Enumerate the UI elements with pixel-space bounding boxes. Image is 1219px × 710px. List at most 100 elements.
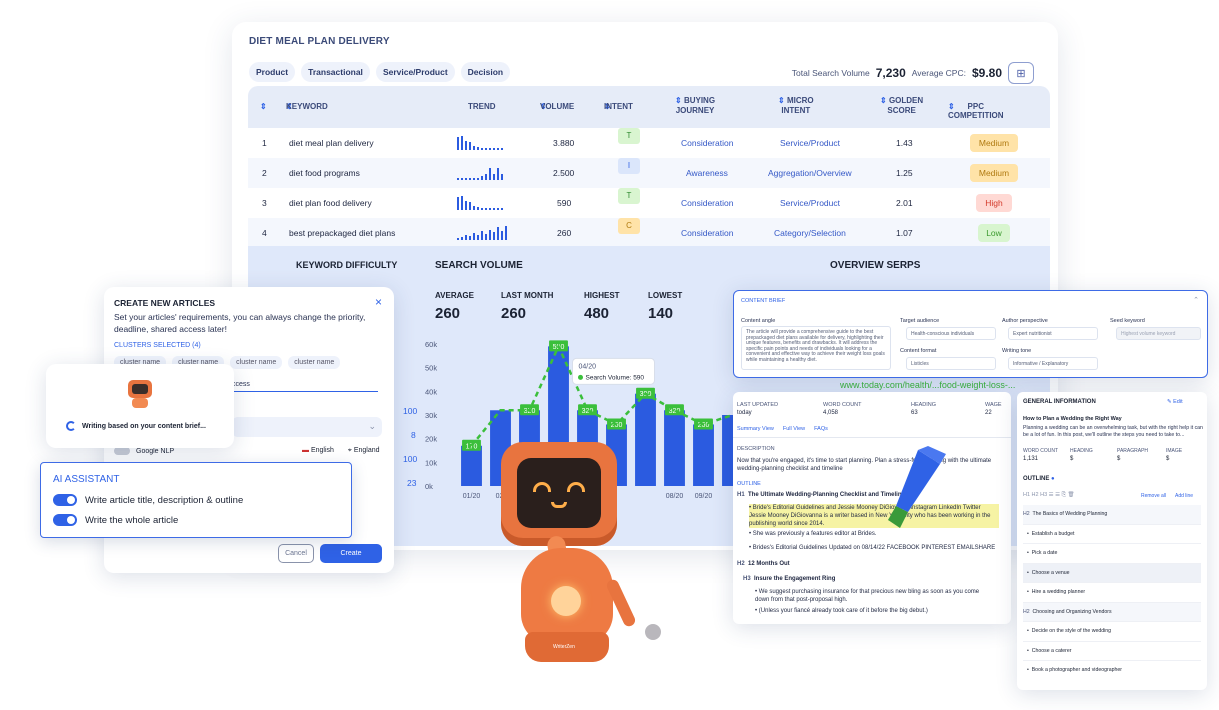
region[interactable]: ⌖ England (348, 447, 380, 455)
robot-mascot: WriterZen (495, 438, 675, 670)
side-number: 8 (411, 430, 416, 440)
chip-decision[interactable]: Decision (460, 62, 511, 82)
chevron-up-icon[interactable]: ⌃ (1193, 296, 1199, 304)
outline-item[interactable]: • Pick a date (1023, 544, 1201, 564)
outline-item[interactable]: • Decide on the style of the wedding (1023, 622, 1201, 642)
close-icon[interactable]: × (375, 295, 382, 309)
side-number: 100 (403, 406, 418, 416)
ai-option[interactable]: Write the whole article (53, 514, 178, 526)
dropdown[interactable]: ⌄ (232, 417, 382, 437)
gi-heading-label: HEADING (1070, 448, 1093, 454)
outline-item[interactable]: • Book a photographer and videographer (1023, 661, 1201, 681)
col-buying-journey[interactable]: ⇕ BUYING JOURNEY (675, 96, 715, 116)
total-label: Total Search Volume (791, 68, 870, 78)
y-tick-label: 50k (425, 364, 437, 373)
row-journey: Awareness (686, 168, 728, 178)
tab-full[interactable]: Full View (783, 426, 805, 432)
grid-view-button[interactable]: ⊞ (1008, 62, 1034, 84)
table-row[interactable]: 2 diet food programs 2.500 I Awareness A… (248, 158, 1050, 188)
row-number: 4 (262, 228, 267, 238)
last-updated-label: LAST UPDATED (737, 402, 779, 408)
row-micro: Service/Product (780, 198, 840, 208)
writing-status-card: Writing based on your content brief... (46, 364, 234, 448)
format-label: Content format (900, 348, 937, 354)
nlp-label: Google NLP (136, 447, 175, 455)
table-row[interactable]: 4 best prepackaged diet plans 260 C Cons… (248, 218, 1050, 248)
tab-summary[interactable]: Summary View (737, 426, 774, 432)
author-input[interactable]: Expert nutritionist (1008, 327, 1098, 340)
cpc-label: Average CPC: (911, 68, 966, 78)
row-volume: 590 (557, 198, 572, 208)
clusters-label: CLUSTERS SELECTED (4) (114, 342, 201, 349)
chip-transactional[interactable]: Transactional (301, 62, 370, 82)
row-keyword: diet food programs (289, 168, 360, 178)
chip-service-product[interactable]: Service/Product (375, 62, 455, 82)
cluster-chip[interactable]: cluster name (288, 356, 341, 369)
chip-product[interactable]: Product (249, 62, 296, 82)
add-line-button[interactable]: Add line (1175, 493, 1193, 499)
format-select[interactable]: Listicles (906, 357, 996, 370)
access-tab[interactable]: ccess (232, 381, 378, 392)
language[interactable]: ▬ English (302, 447, 334, 455)
serp-url[interactable]: www.today.com/health/...food-weight-loss… (840, 380, 1015, 390)
outline-item[interactable]: H2 Choosing and Organizing Vendors (1023, 602, 1201, 622)
outline-item[interactable]: • Choose a caterer (1023, 642, 1201, 661)
table-header: ⇕ ⇕ KEYWORD TREND ⇕ VOLUME ⇕ INTENT ⇕ BU… (248, 86, 1050, 128)
ai-option[interactable]: Write article title, description & outli… (53, 494, 243, 506)
row-number: 3 (262, 198, 267, 208)
competition-badge: High (976, 194, 1012, 212)
col-micro-intent[interactable]: ⇕ MICRO INTENT (778, 96, 814, 116)
table-row[interactable]: 3 diet plan food delivery 590 T Consider… (248, 188, 1050, 218)
cpc-value: $9.80 (971, 66, 1002, 80)
col-trend[interactable]: TREND (468, 102, 496, 111)
table-row[interactable]: 1 diet meal plan delivery 3.880 T Consid… (248, 128, 1050, 158)
cancel-button[interactable]: Cancel (278, 544, 314, 563)
panel-title: DIET MEAL PLAN DELIVERY (249, 36, 390, 47)
word-count: 4,058 (823, 410, 839, 416)
intent-badge: C (618, 218, 640, 234)
locale: ▬ English ⌖ England (302, 447, 380, 455)
y-tick-label: 0k (425, 482, 433, 491)
h2-heading: H2 12 Months Out (737, 561, 790, 567)
toggle-switch[interactable] (53, 494, 77, 506)
serps-title: OVERVIEW SERPS (830, 260, 921, 271)
totals: Total Search Volume 7,230 Average CPC: $… (792, 62, 1034, 84)
competition-badge: Medium (970, 164, 1018, 182)
stat-label: AVERAGE (435, 291, 474, 300)
heading-count: 63 (911, 410, 918, 416)
toggle-switch[interactable] (53, 514, 77, 526)
outline-item[interactable]: • Hire a wedding planner (1023, 583, 1201, 603)
outline-item[interactable]: • Establish a budget (1023, 525, 1201, 544)
outline-item[interactable]: • Choose a venue (1023, 563, 1201, 583)
tab-faqs[interactable]: FAQs (814, 426, 828, 432)
audience-input[interactable]: Health-conscious individuals (906, 327, 996, 340)
edit-button[interactable]: ✎ Edit (1167, 399, 1183, 405)
row-micro: Service/Product (780, 138, 840, 148)
robot-base: WriterZen (525, 632, 609, 662)
outline-item[interactable]: H2 The Basics of Wedding Planning (1023, 505, 1201, 525)
options-row: Google NLP (114, 447, 174, 455)
competition-badge: Medium (970, 134, 1018, 152)
y-tick-label: 40k (425, 387, 437, 396)
create-button[interactable]: Create (320, 544, 382, 563)
outline-bullet: • She was previously a features editor a… (749, 531, 877, 537)
tone-select[interactable]: Informative / Explanatory (1008, 357, 1098, 370)
writing-row: Writing based on your content brief... (66, 421, 206, 431)
nlp-toggle[interactable] (114, 447, 130, 455)
robot-face (517, 458, 601, 528)
sort-icon[interactable]: ⇕ (260, 102, 267, 111)
seed-input[interactable]: Highest volume keyword (1116, 327, 1201, 340)
outline-label: OUTLINE (737, 481, 761, 487)
kd-title: KEYWORD DIFFICULTY (296, 260, 398, 270)
row-score: 2.01 (896, 198, 913, 208)
row-volume: 2.500 (553, 168, 575, 178)
angle-text[interactable]: The article will provide a comprehensive… (741, 326, 891, 370)
format-toolbar[interactable]: H1 H2 H3 ☰ ☰ ⎘ 🗑 (1023, 492, 1075, 499)
cluster-chip[interactable]: cluster name (230, 356, 283, 369)
remove-all-button[interactable]: Remove all (1141, 493, 1166, 499)
gi-outline-label: OUTLINE ● (1023, 476, 1055, 482)
row-score: 1.25 (896, 168, 913, 178)
col-golden-score[interactable]: ⇕ GOLDEN SCORE (880, 96, 923, 116)
row-journey: Consideration (681, 138, 734, 148)
stat-value: 260 (501, 305, 527, 322)
